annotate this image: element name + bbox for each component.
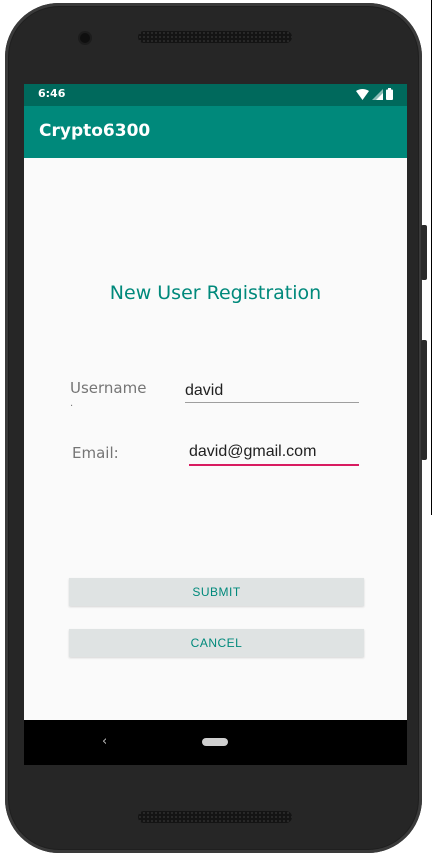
app-bar: Crypto6300 (24, 106, 407, 158)
top-speaker (138, 31, 292, 43)
cellular-signal-icon (372, 88, 383, 100)
registration-content: New User Registration Username . Email: … (24, 158, 407, 720)
cancel-button[interactable]: CANCEL (69, 629, 364, 657)
username-label: Username (70, 379, 147, 397)
status-icons (356, 88, 393, 100)
email-label: Email: (72, 444, 119, 462)
volume-button[interactable] (421, 340, 427, 460)
submit-button[interactable]: SUBMIT (69, 578, 364, 606)
power-button[interactable] (421, 225, 427, 280)
wifi-icon (356, 88, 369, 100)
frame-edge-line (431, 0, 432, 515)
back-icon[interactable]: ‹ (102, 734, 107, 749)
home-pill-button[interactable] (202, 738, 228, 746)
battery-icon (386, 88, 393, 100)
app-title: Crypto6300 (39, 121, 151, 141)
navigation-bar: ‹ (24, 720, 407, 765)
username-input[interactable] (185, 380, 359, 403)
email-input[interactable] (189, 440, 359, 466)
device-screen: 6:46 Crypto6300 New User Registration Us… (24, 84, 407, 765)
bottom-speaker (138, 811, 292, 823)
status-bar: 6:46 (24, 84, 407, 106)
front-camera (80, 33, 90, 43)
page-title: New User Registration (109, 282, 322, 304)
username-label-overflow: . (70, 398, 74, 409)
status-time: 6:46 (38, 87, 66, 100)
